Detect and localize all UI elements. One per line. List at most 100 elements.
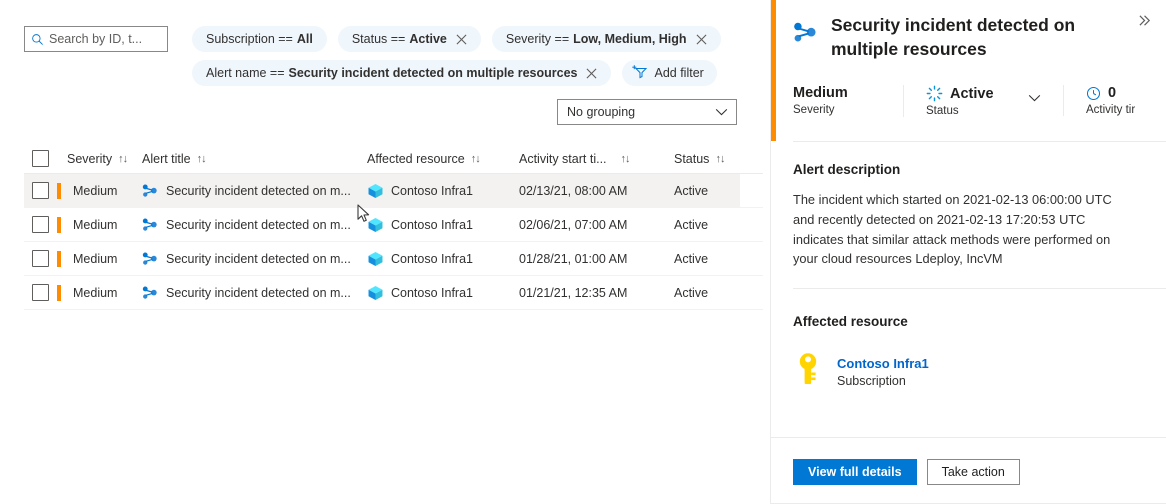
stat-severity-label: Severity [793, 104, 903, 116]
filter-pill-severity[interactable]: Severity == Low, Medium, High [492, 26, 721, 52]
filter-pill-status[interactable]: Status == Active [338, 26, 481, 52]
column-header-activity-start-time[interactable]: Activity start ti... ↑↓ [519, 152, 674, 166]
sort-icon[interactable]: ↑↓ [118, 153, 127, 165]
panel-divider [793, 288, 1166, 289]
cell-activity-start-time: 01/28/21, 01:00 AM [519, 252, 674, 266]
severity-text: Medium [73, 218, 117, 232]
clock-icon [1086, 86, 1101, 101]
security-incident-icon [142, 183, 159, 198]
add-filter-label: Add filter [654, 66, 703, 80]
security-incident-icon [793, 14, 819, 61]
severity-text: Medium [73, 286, 117, 300]
filter-value-severity: Low, Medium, High [573, 32, 686, 46]
search-input[interactable]: Search by ID, t... [24, 26, 168, 52]
activity-start-time-text: 02/13/21, 08:00 AM [519, 184, 627, 198]
table-header-row: Severity ↑↓ Alert title ↑↓ Affected reso… [24, 144, 763, 174]
grouping-select[interactable]: No grouping [557, 99, 737, 125]
activity-start-time-text: 01/21/21, 12:35 AM [519, 286, 627, 300]
panel-header: Security incident detected on multiple r… [793, 14, 1152, 61]
filter-pill-subscription[interactable]: Subscription == All [192, 26, 327, 52]
panel-stats-row: Medium Severity [793, 85, 1166, 131]
stat-activity-time-label: Activity tir [1086, 104, 1135, 116]
alerts-list-pane: Search by ID, t... Subscription == All S… [0, 0, 770, 504]
sort-icon[interactable]: ↑↓ [621, 153, 630, 165]
collapse-panel-button[interactable] [1132, 10, 1158, 35]
filter-label-severity: Severity == [506, 32, 569, 46]
column-label-status: Status [674, 152, 709, 166]
severity-indicator-bar [57, 285, 61, 301]
filter-pill-alert-name[interactable]: Alert name == Security incident detected… [192, 60, 611, 86]
row-checkbox[interactable] [32, 284, 49, 301]
row-checkbox-cell [24, 250, 57, 267]
column-header-affected-resource[interactable]: Affected resource ↑↓ [367, 152, 519, 166]
stat-status-label: Status [926, 105, 1063, 117]
column-header-alert-title[interactable]: Alert title ↑↓ [142, 152, 367, 166]
chevron-down-icon[interactable] [1028, 89, 1041, 107]
severity-indicator-bar [57, 217, 61, 233]
cell-alert-title: Security incident detected on m... [142, 285, 367, 300]
cell-affected-resource: Contoso Infra1 [367, 251, 519, 267]
column-header-status[interactable]: Status ↑↓ [674, 152, 754, 166]
sort-icon[interactable]: ↑↓ [197, 153, 206, 165]
sort-icon[interactable]: ↑↓ [715, 153, 724, 165]
alert-detail-panel: Security incident detected on multiple r… [770, 0, 1166, 504]
cell-alert-title: Security incident detected on m... [142, 251, 367, 266]
filter-value-alert-name: Security incident detected on multiple r… [289, 66, 578, 80]
stat-severity-value: Medium [793, 85, 903, 101]
select-all-checkbox[interactable] [32, 150, 49, 167]
affected-resource-link[interactable]: Contoso Infra1 [837, 356, 929, 371]
sort-icon[interactable]: ↑↓ [471, 153, 480, 165]
close-icon[interactable] [456, 34, 467, 45]
column-header-severity[interactable]: Severity ↑↓ [57, 152, 142, 166]
row-checkbox-cell [24, 216, 57, 233]
table-row[interactable]: Medium Security incident detected on m..… [24, 276, 763, 310]
view-full-details-button[interactable]: View full details [793, 459, 917, 485]
close-icon[interactable] [586, 68, 597, 79]
affected-resource-heading: Affected resource [793, 314, 908, 329]
table-row[interactable]: Medium Security incident detected on m..… [24, 208, 763, 242]
affected-resource-item[interactable]: Contoso Infra1 Subscription [793, 352, 929, 391]
table-row[interactable]: Medium Security incident detected on m..… [24, 242, 763, 276]
row-checkbox[interactable] [32, 216, 49, 233]
affected-resource-text-block: Contoso Infra1 Subscription [837, 356, 929, 388]
cell-severity: Medium [57, 184, 142, 198]
activity-start-time-text: 02/06/21, 07:00 AM [519, 218, 627, 232]
resource-name-text: Contoso Infra1 [391, 252, 473, 266]
security-alerts-page: Search by ID, t... Subscription == All S… [0, 0, 1166, 504]
status-text: Active [674, 252, 708, 266]
resource-cube-icon [367, 183, 384, 199]
stat-status-value-wrap: Active [926, 85, 1063, 102]
status-text: Active [674, 218, 708, 232]
key-icon [793, 352, 823, 391]
table-row[interactable]: Medium Security incident detected on m..… [24, 174, 763, 208]
cell-severity: Medium [57, 252, 142, 266]
severity-text: Medium [73, 184, 117, 198]
cell-affected-resource: Contoso Infra1 [367, 183, 519, 199]
filter-label-alert-name: Alert name == [206, 66, 285, 80]
select-all-checkbox-cell [24, 150, 57, 167]
alert-description-text: The incident which started on 2021-02-13… [793, 190, 1121, 269]
row-checkbox[interactable] [32, 182, 49, 199]
severity-indicator-bar [57, 183, 61, 199]
severity-text: Medium [73, 252, 117, 266]
cell-affected-resource: Contoso Infra1 [367, 285, 519, 301]
add-filter-button[interactable]: Add filter [622, 60, 716, 86]
filter-value-status: Active [409, 32, 447, 46]
grouping-value: No grouping [567, 105, 635, 119]
stat-activity-time: 0 Activity tir [1063, 85, 1135, 116]
cell-alert-title: Security incident detected on m... [142, 183, 367, 198]
row-checkbox-cell [24, 182, 57, 199]
close-icon[interactable] [696, 34, 707, 45]
panel-divider [793, 141, 1166, 142]
security-incident-icon [142, 285, 159, 300]
stat-status: Active Status [903, 85, 1063, 117]
row-checkbox[interactable] [32, 250, 49, 267]
take-action-button[interactable]: Take action [927, 459, 1020, 485]
active-spinner-icon [926, 85, 943, 102]
cell-affected-resource: Contoso Infra1 [367, 217, 519, 233]
chevron-down-icon [715, 108, 728, 116]
filter-label-subscription: Subscription == [206, 32, 293, 46]
alert-title-text: Security incident detected on m... [166, 184, 351, 198]
resource-name-text: Contoso Infra1 [391, 218, 473, 232]
cell-activity-start-time: 02/06/21, 07:00 AM [519, 218, 674, 232]
